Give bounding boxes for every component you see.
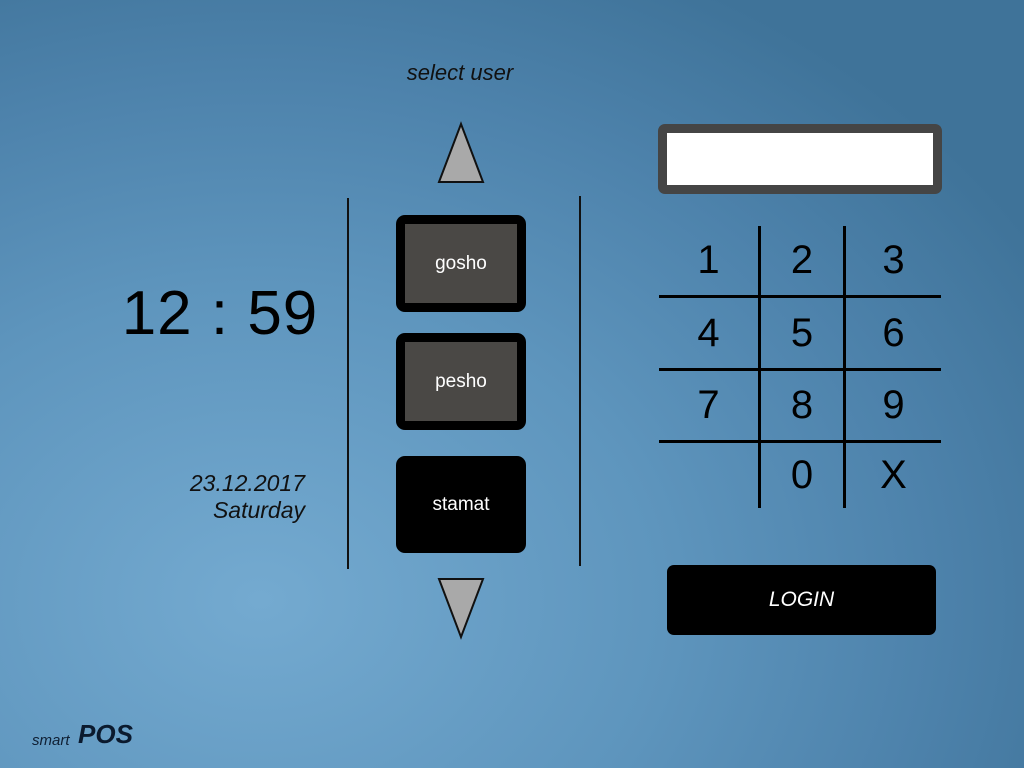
- right-divider: [579, 196, 581, 566]
- keypad-key-0[interactable]: 0: [761, 443, 843, 508]
- keypad-key-3[interactable]: 3: [846, 226, 941, 295]
- user-button-face: pesho: [405, 342, 517, 421]
- keypad-key-9[interactable]: 9: [846, 371, 941, 440]
- login-button[interactable]: LOGIN: [667, 565, 936, 635]
- date-block: 23.12.2017 Saturday: [150, 470, 305, 524]
- brand-prefix: smart: [32, 732, 70, 749]
- user-button-label: gosho: [435, 252, 487, 274]
- keypad-clear-key[interactable]: X: [846, 443, 941, 508]
- user-button-label: stamat: [432, 493, 490, 515]
- left-divider: [347, 198, 349, 569]
- user-button-gosho[interactable]: gosho: [396, 215, 526, 312]
- keypad-key-8[interactable]: 8: [761, 371, 843, 440]
- keypad-key-4[interactable]: 4: [659, 298, 758, 368]
- user-button-face: stamat: [405, 465, 517, 544]
- scroll-up-button[interactable]: [436, 121, 486, 185]
- keypad-key-empty: [659, 443, 758, 508]
- keypad-key-7[interactable]: 7: [659, 371, 758, 440]
- user-button-pesho[interactable]: pesho: [396, 333, 526, 430]
- brand-logo: POS: [78, 719, 133, 749]
- pin-input[interactable]: [658, 124, 942, 194]
- keypad-key-5[interactable]: 5: [761, 298, 843, 368]
- user-button-label: pesho: [435, 370, 487, 392]
- select-user-title: select user: [406, 60, 514, 85]
- user-button-face: gosho: [405, 224, 517, 303]
- clock-time: 12 : 59: [121, 279, 319, 348]
- keypad-key-6[interactable]: 6: [846, 298, 941, 368]
- date-text: 23.12.2017: [189, 470, 305, 496]
- login-button-label: LOGIN: [768, 588, 835, 611]
- weekday-text: Saturday: [212, 497, 305, 523]
- triangle-down-icon: [437, 578, 485, 640]
- triangle-up-icon: [437, 121, 485, 183]
- user-button-stamat[interactable]: stamat: [396, 456, 526, 553]
- keypad-key-2[interactable]: 2: [761, 226, 843, 295]
- keypad-key-1[interactable]: 1: [659, 226, 758, 295]
- scroll-down-button[interactable]: [436, 576, 486, 640]
